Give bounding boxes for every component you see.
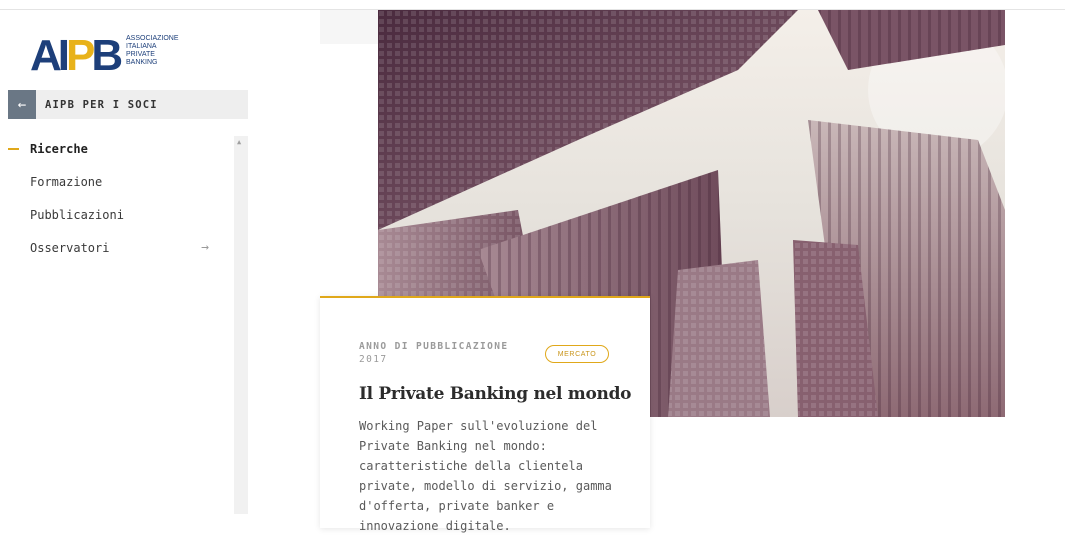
year-label: ANNO DI PUBBLICAZIONE — [359, 341, 509, 352]
publication-year: ANNO DI PUBBLICAZIONE 2017 — [359, 340, 509, 366]
sidebar-nav: Ricerche Formazione Pubblicazioni Osserv… — [0, 132, 234, 264]
back-link-label: AIPB PER I SOCI — [45, 98, 158, 111]
logo-mark: AIPB — [30, 31, 123, 80]
sidebar-item-label: Formazione — [30, 174, 103, 189]
logo-text: ASSOCIAZIONE ITALIANA PRIVATE BANKING — [126, 35, 179, 66]
scroll-up-icon[interactable]: ▲ — [237, 138, 241, 146]
aipb-logo[interactable]: AIPB ASSOCIAZIONE ITALIANA PRIVATE BANKI… — [30, 32, 180, 80]
sidebar-item-osservatori[interactable]: Osservatori → — [0, 231, 234, 264]
sidebar-item-ricerche[interactable]: Ricerche — [0, 132, 234, 165]
category-badge[interactable]: MERCATO — [545, 345, 609, 363]
background-panel — [320, 10, 380, 44]
sidebar-item-label: Osservatori — [30, 240, 110, 255]
arrow-left-icon[interactable]: ← — [8, 90, 36, 119]
sidebar-item-pubblicazioni[interactable]: Pubblicazioni — [0, 198, 234, 231]
card-description: Working Paper sull'evoluzione del Privat… — [359, 419, 612, 533]
sidebar-scrollbar[interactable]: ▲ — [234, 136, 248, 514]
arrow-right-icon[interactable]: → — [201, 240, 209, 255]
sidebar-item-label: Ricerche — [30, 141, 88, 156]
back-link[interactable]: ← AIPB PER I SOCI — [8, 90, 248, 119]
card-title[interactable]: Il Private Banking nel mondo — [359, 384, 632, 404]
publication-card[interactable]: ANNO DI PUBBLICAZIONE 2017 MERCATO Il Pr… — [320, 296, 650, 533]
year-value: 2017 — [359, 354, 388, 365]
sidebar-item-formazione[interactable]: Formazione — [0, 165, 234, 198]
sidebar-item-label: Pubblicazioni — [30, 207, 124, 222]
active-indicator — [8, 148, 19, 150]
